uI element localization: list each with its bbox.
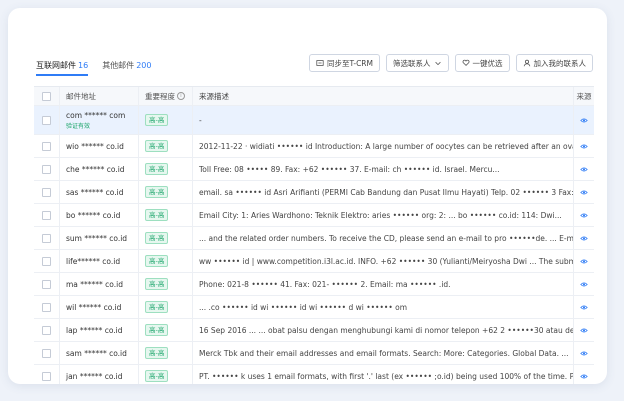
table-row: sum ****** co.id 高-高 ... and the related… — [34, 227, 594, 250]
eye-icon[interactable] — [580, 257, 588, 266]
eye-icon[interactable] — [580, 165, 588, 174]
level-badge: 高-高 — [145, 163, 169, 175]
verified-label: 验证有效 — [66, 122, 91, 130]
table-row: sam ****** co.id 高-高 Merck Tbk and their… — [34, 342, 594, 365]
source-description: ww •••••• id | www.competition.i3l.ac.id… — [193, 250, 574, 272]
header-level: 重要程度 i — [139, 87, 193, 105]
level-badge: 高-高 — [145, 255, 169, 267]
heart-icon — [462, 59, 469, 66]
eye-icon[interactable] — [580, 211, 588, 220]
select-all-checkbox[interactable] — [42, 91, 51, 101]
row-checkbox[interactable] — [42, 371, 51, 381]
row-checkbox[interactable] — [42, 187, 51, 197]
level-badge: 高-高 — [145, 301, 169, 313]
level-badge: 高-高 — [145, 347, 169, 359]
email-table: 邮件地址 重要程度 i 来源描述 来源 com ****** com 验证有效 高… — [34, 86, 594, 384]
table-row: sas ****** co.id 高-高 email. sa •••••• id… — [34, 181, 594, 204]
table-row: life****** co.id 高-高 ww •••••• id | www.… — [34, 250, 594, 273]
row-checkbox[interactable] — [42, 233, 51, 243]
source-description: Phone: 021-8 •••••• 41. Fax: 021- ••••••… — [193, 273, 574, 295]
select-best-button[interactable]: 一键优选 — [454, 54, 510, 72]
row-checkbox[interactable] — [42, 302, 51, 312]
user-icon — [523, 59, 530, 67]
source-description: - — [193, 106, 574, 134]
eye-icon[interactable] — [580, 349, 588, 358]
source-description: ... and the related order numbers. To re… — [193, 227, 574, 249]
eye-icon[interactable] — [580, 234, 588, 243]
email-address: bo ****** co.id — [66, 210, 121, 220]
email-address: ma ****** co.id — [66, 279, 123, 289]
row-checkbox[interactable] — [42, 115, 51, 125]
email-address: wil ****** co.id — [66, 302, 122, 312]
row-checkbox[interactable] — [42, 256, 51, 266]
level-badge: 高-高 — [145, 186, 169, 198]
table-header: 邮件地址 重要程度 i 来源描述 来源 — [34, 87, 594, 106]
header-email: 邮件地址 — [60, 87, 139, 105]
filter-contacts-button[interactable]: 筛选联系人 — [386, 54, 449, 72]
row-checkbox[interactable] — [42, 164, 51, 174]
table-row: ma ****** co.id 高-高 Phone: 021-8 •••••• … — [34, 273, 594, 296]
toolbar: 互联网邮件 16 其他邮件 200 同步至T-CRM 筛选联系人 一键优选 加入我的… — [26, 54, 593, 80]
source-description: PT. •••••• k uses 1 email formats, with … — [193, 365, 574, 384]
sync-crm-button[interactable]: 同步至T-CRM — [308, 54, 380, 72]
table-body: com ****** com 验证有效 高-高 - wio ****** co.… — [34, 106, 594, 384]
level-badge: 高-高 — [145, 114, 169, 126]
email-address: lap ****** co.id — [66, 325, 123, 335]
row-checkbox[interactable] — [42, 210, 51, 220]
email-address: life****** co.id — [66, 256, 121, 266]
source-description: Toll Free: 08 ••••• 89. Fax: +62 •••••• … — [193, 158, 574, 180]
table-row: bo ****** co.id 高-高 Email City: 1: Aries… — [34, 204, 594, 227]
email-address: che ****** co.id — [66, 164, 125, 174]
source-description: ... .co •••••• id wi •••••• id wi ••••••… — [193, 296, 574, 318]
eye-icon[interactable] — [580, 142, 588, 151]
add-contact-button[interactable]: 加入我的联系人 — [515, 54, 593, 72]
action-buttons: 同步至T-CRM 筛选联系人 一键优选 加入我的联系人 — [308, 54, 593, 72]
level-badge: 高-高 — [145, 278, 169, 290]
eye-icon[interactable] — [580, 303, 588, 312]
row-checkbox[interactable] — [42, 279, 51, 289]
source-description: Merck Tbk and their email addresses and … — [193, 342, 574, 364]
source-description: email. sa •••••• id Asri Arifianti (PERM… — [193, 181, 574, 203]
email-address: jan ****** co.id — [66, 371, 123, 381]
table-row: lap ****** co.id 高-高 16 Sep 2016 ... ...… — [34, 319, 594, 342]
email-address: sas ****** co.id — [66, 187, 124, 197]
email-address: sam ****** co.id — [66, 348, 127, 358]
level-badge: 高-高 — [145, 232, 169, 244]
header-desc: 来源描述 — [193, 87, 574, 105]
level-badge: 高-高 — [145, 324, 169, 336]
source-description: 2012-11-22 · widiati •••••• id Introduct… — [193, 135, 574, 157]
sync-icon — [316, 60, 324, 66]
eye-icon[interactable] — [580, 372, 588, 381]
email-address: sum ****** co.id — [66, 233, 128, 243]
table-row: com ****** com 验证有效 高-高 - — [34, 106, 594, 135]
table-row: wio ****** co.id 高-高 2012-11-22 · widiat… — [34, 135, 594, 158]
tab-other-mail[interactable]: 其他邮件 200 — [102, 60, 151, 76]
eye-icon[interactable] — [580, 326, 588, 335]
main-card: 互联网邮件 16 其他邮件 200 同步至T-CRM 筛选联系人 一键优选 加入我的… — [8, 8, 607, 384]
level-badge: 高-高 — [145, 140, 169, 152]
table-row: che ****** co.id 高-高 Toll Free: 08 •••••… — [34, 158, 594, 181]
table-row: jan ****** co.id 高-高 PT. •••••• k uses 1… — [34, 365, 594, 384]
row-checkbox[interactable] — [42, 141, 51, 151]
chevron-down-icon — [434, 61, 441, 66]
row-checkbox[interactable] — [42, 325, 51, 335]
level-badge: 高-高 — [145, 370, 169, 382]
row-checkbox[interactable] — [42, 348, 51, 358]
eye-icon[interactable] — [580, 280, 588, 289]
email-tabs: 互联网邮件 16 其他邮件 200 — [36, 60, 151, 76]
email-address: wio ****** co.id — [66, 141, 124, 151]
header-source: 来源 — [576, 91, 592, 101]
email-address: com ****** com — [66, 110, 126, 120]
level-badge: 高-高 — [145, 209, 169, 221]
tab-internet-mail[interactable]: 互联网邮件 16 — [36, 60, 89, 76]
eye-icon[interactable] — [580, 188, 588, 197]
table-row: wil ****** co.id 高-高 ... .co •••••• id w… — [34, 296, 594, 319]
source-description: Email City: 1: Aries Wardhono: Teknik El… — [193, 204, 574, 226]
info-icon[interactable]: i — [177, 92, 185, 100]
source-description: 16 Sep 2016 ... ... obat palsu dengan me… — [193, 319, 574, 341]
eye-icon[interactable] — [580, 116, 588, 125]
